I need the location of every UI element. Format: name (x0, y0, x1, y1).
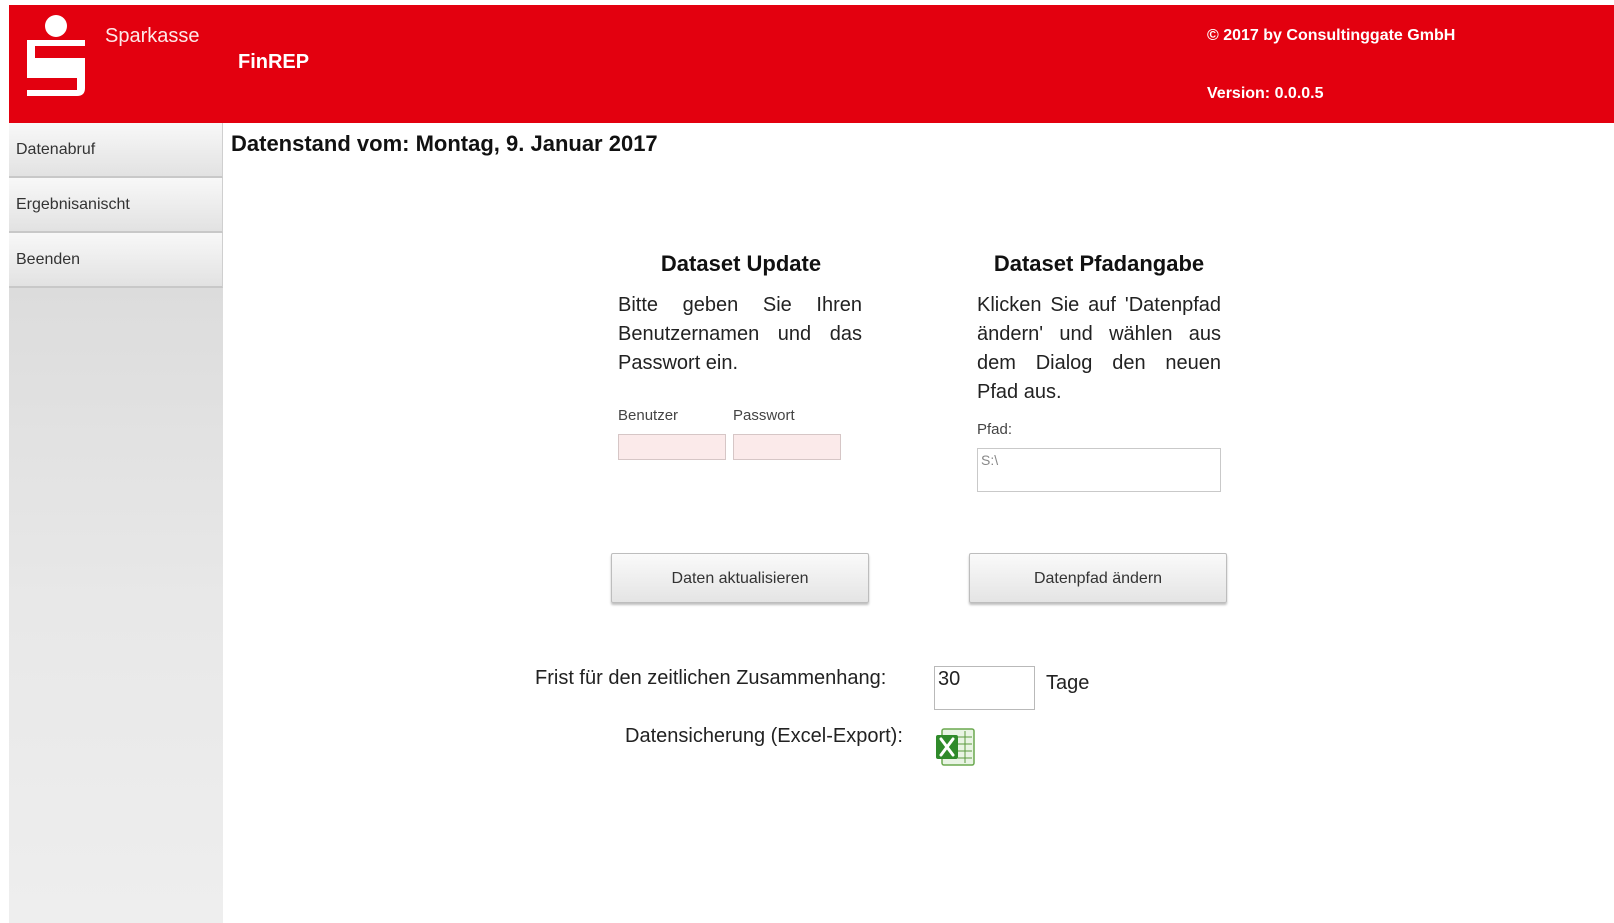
path-label: Pfad: (977, 421, 1013, 438)
copyright-text: © 2017 by Consultinggate GmbH (1207, 27, 1456, 44)
path-section-title: Dataset Pfadangabe (993, 251, 1205, 276)
data-status-heading: Datenstand vom: Montag, 9. Januar 2017 (231, 131, 658, 156)
frist-unit-label: Tage (1046, 672, 1090, 694)
password-label: Passwort (733, 407, 795, 424)
change-path-button[interactable]: Datenpfad ändern (969, 553, 1227, 603)
frist-days-input[interactable]: 30 (934, 666, 1035, 710)
path-section-description: Klicken Sie auf 'Datenpfad ändern' und w… (977, 294, 1221, 403)
update-section-title: Dataset Update (660, 251, 822, 276)
sparkasse-s-logo-icon (27, 15, 85, 96)
app-window: Sparkasse FinREP © 2017 by Consultinggat… (9, 5, 1614, 923)
sidebar-item-beenden[interactable]: Beenden (9, 233, 223, 288)
version-text: Version: 0.0.0.5 (1207, 85, 1324, 102)
brand-name: Sparkasse (105, 25, 200, 47)
update-data-button[interactable]: Daten aktualisieren (611, 553, 869, 603)
update-section-description: Bitte geben Sie Ihren Benutzernamen und … (618, 294, 862, 374)
password-input[interactable] (733, 434, 841, 460)
frist-label: Frist für den zeitlichen Zusammenhang: (535, 667, 887, 689)
sidebar: Datenabruf Ergebnisanischt Beenden (9, 123, 223, 923)
user-label: Benutzer (618, 407, 679, 424)
app-name: FinREP (238, 51, 310, 73)
export-label: Datensicherung (Excel-Export): (625, 725, 903, 747)
sidebar-item-ergebnisansicht[interactable]: Ergebnisanischt (9, 178, 223, 233)
path-input[interactable]: S:\ (977, 448, 1221, 492)
excel-icon[interactable] (934, 725, 978, 769)
sidebar-item-datenabruf[interactable]: Datenabruf (9, 123, 223, 178)
user-input[interactable] (618, 434, 726, 460)
header-bar: Sparkasse FinREP © 2017 by Consultinggat… (9, 5, 1614, 123)
